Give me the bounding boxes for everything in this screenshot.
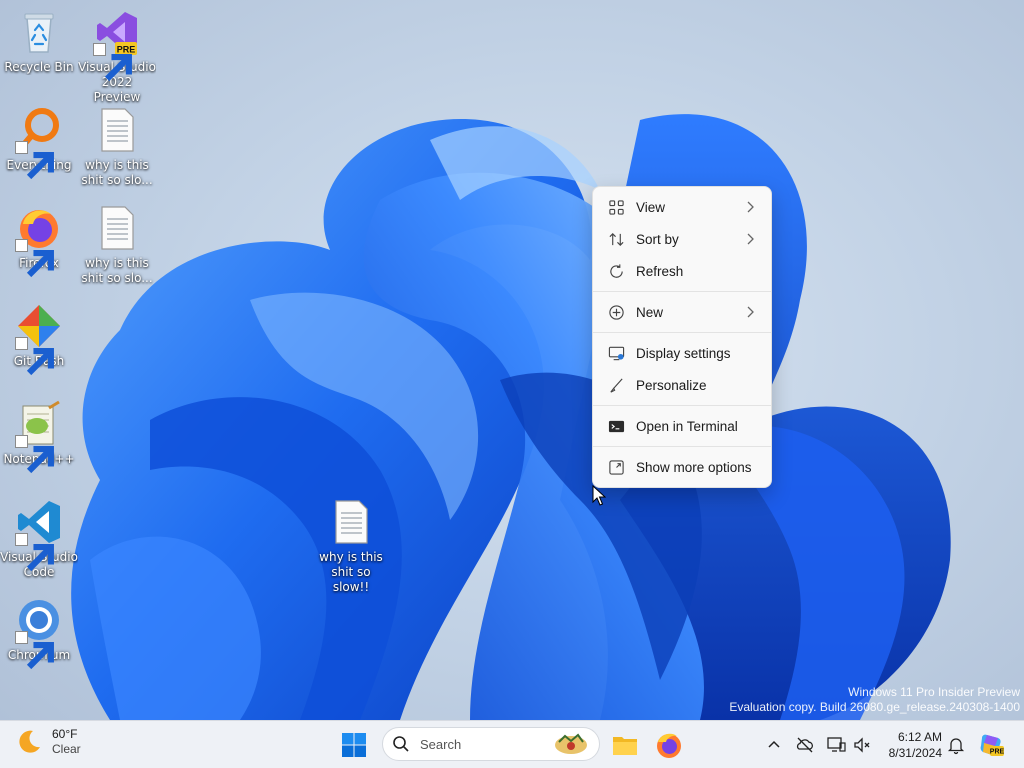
search-input[interactable] <box>418 735 542 753</box>
everything-search-icon <box>15 106 63 180</box>
weather-temperature: 60°F <box>52 727 78 741</box>
taskbar-clock[interactable]: 6:12 AM 8/31/2024 <box>884 729 942 761</box>
windows-start-button[interactable] <box>340 731 368 759</box>
grid-view-icon <box>607 198 625 216</box>
clock-date: 8/31/2024 <box>888 746 942 760</box>
desktop-icon-label: Recycle Bin <box>4 60 74 74</box>
taskbar: 60°F Clear 6:12 AM 8/31/2024 PRE <box>0 720 1024 768</box>
shortcut-arrow-icon <box>15 533 54 572</box>
desktop-icon-text-file[interactable]: why is this shit so slow!! <box>312 498 390 595</box>
watermark-line-2: Evaluation copy. Build 26080.ge_release.… <box>729 700 1020 714</box>
chevron-right-icon <box>747 233 754 245</box>
weather-condition: Clear <box>52 742 81 756</box>
desktop-icon-label: why is this shit so slo... <box>81 158 153 187</box>
evaluation-watermark: Windows 11 Pro Insider Preview Evaluatio… <box>729 685 1020 715</box>
menu-item-personalize[interactable]: Personalize <box>593 369 771 401</box>
copilot-preview-icon[interactable]: PRE <box>978 732 1004 758</box>
menu-item-label: Refresh <box>636 263 684 279</box>
shortcut-arrow-icon <box>15 337 54 376</box>
desktop-icon-chromium[interactable]: Chromium <box>0 596 78 670</box>
desktop-icon-text-file[interactable]: why is this shit so slo... <box>78 204 156 286</box>
shortcut-arrow-icon <box>15 435 54 474</box>
desktop-icon-notepad-plus-plus[interactable]: Notepad++ <box>0 400 78 474</box>
notepad-plus-plus-icon <box>15 400 63 474</box>
desktop-icon-recycle-bin[interactable]: Recycle Bin <box>0 8 78 75</box>
shortcut-arrow-icon <box>93 43 132 82</box>
desktop-icon-label: why is this shit so slow!! <box>319 550 383 594</box>
firefox-taskbar-icon[interactable] <box>654 730 684 760</box>
taskbar-search[interactable] <box>382 727 600 761</box>
weather-widget[interactable]: 60°F Clear <box>14 727 81 757</box>
menu-item-view[interactable]: View <box>593 191 771 223</box>
menu-separator <box>593 332 771 333</box>
menu-item-label: Personalize <box>636 377 707 393</box>
desktop-icon-vscode[interactable]: Visual Studio Code <box>0 498 78 580</box>
menu-item-label: Sort by <box>636 231 679 247</box>
onedrive-offline-icon[interactable] <box>795 735 815 755</box>
text-document-icon <box>93 106 141 154</box>
refresh-icon <box>607 262 625 280</box>
firefox-icon <box>15 204 63 278</box>
shortcut-arrow-icon <box>15 141 54 180</box>
text-document-icon <box>327 498 375 546</box>
menu-item-label: Open in Terminal <box>636 418 738 434</box>
menu-item-label: Display settings <box>636 345 731 361</box>
menu-item-label: View <box>636 199 666 215</box>
plus-circle-icon <box>607 303 625 321</box>
desktop-icon-label: why is this shit so slo... <box>81 256 153 285</box>
expand-icon <box>607 458 625 476</box>
desktop-context-menu: View Sort by Refresh New Display setting… <box>592 186 772 488</box>
moon-icon <box>19 730 40 753</box>
mouse-cursor-icon <box>592 485 606 506</box>
menu-item-display-settings[interactable]: Display settings <box>593 337 771 369</box>
menu-item-sort-by[interactable]: Sort by <box>593 223 771 255</box>
menu-separator <box>593 446 771 447</box>
menu-item-show-more-options[interactable]: Show more options <box>593 451 771 483</box>
desktop-icon-git-bash[interactable]: Git Bash <box>0 302 78 376</box>
menu-separator <box>593 291 771 292</box>
menu-item-new[interactable]: New <box>593 296 771 328</box>
text-document-icon <box>93 204 141 252</box>
chevron-right-icon <box>747 201 754 213</box>
file-explorer-icon[interactable] <box>610 730 640 760</box>
search-icon <box>393 736 409 752</box>
display-network-icon[interactable] <box>826 735 846 755</box>
shortcut-arrow-icon <box>15 631 54 670</box>
brush-icon <box>607 376 625 394</box>
menu-separator <box>593 405 771 406</box>
menu-item-label: New <box>636 304 664 320</box>
chevron-up-icon[interactable] <box>764 735 784 755</box>
watermark-line-1: Windows 11 Pro Insider Preview <box>848 685 1020 699</box>
display-settings-icon <box>607 344 625 362</box>
search-highlight-art-icon <box>555 733 587 754</box>
vscode-icon <box>15 498 63 572</box>
desktop-screen: Recycle Bin PRE Visual Studio 2022 Previ… <box>0 0 1024 768</box>
terminal-icon <box>607 417 625 435</box>
chevron-right-icon <box>747 306 754 318</box>
menu-item-refresh[interactable]: Refresh <box>593 255 771 287</box>
copilot-pre-badge: PRE <box>990 749 1004 756</box>
clock-time: 6:12 AM <box>897 730 942 744</box>
desktop-icon-firefox[interactable]: Firefox <box>0 204 78 278</box>
shortcut-arrow-icon <box>15 239 54 278</box>
recycle-bin-icon <box>15 8 63 56</box>
visual-studio-preview-icon: PRE <box>93 8 141 82</box>
git-bash-icon <box>15 302 63 376</box>
desktop-icon-everything[interactable]: Everything <box>0 106 78 180</box>
notification-bell-icon[interactable] <box>946 735 966 755</box>
volume-muted-icon[interactable] <box>852 735 872 755</box>
menu-item-open-in-terminal[interactable]: Open in Terminal <box>593 410 771 442</box>
desktop-icon-visual-studio-preview[interactable]: PRE Visual Studio 2022 Preview <box>78 8 156 105</box>
desktop-icon-text-file[interactable]: why is this shit so slo... <box>78 106 156 188</box>
sort-arrows-icon <box>607 230 625 248</box>
menu-item-label: Show more options <box>636 459 752 475</box>
chromium-icon <box>15 596 63 670</box>
